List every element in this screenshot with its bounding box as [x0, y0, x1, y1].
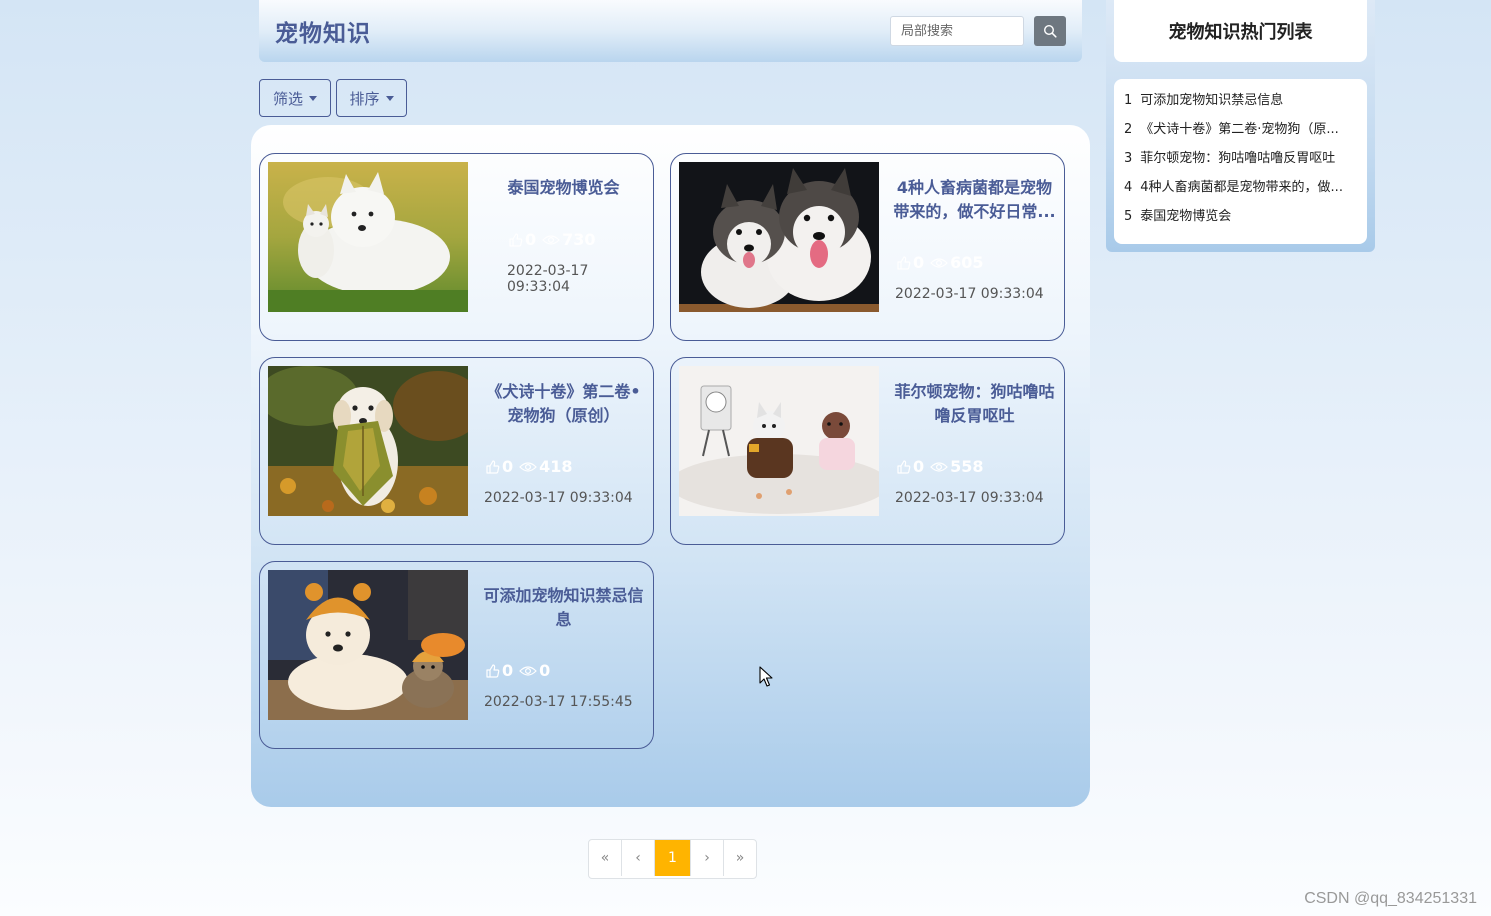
- card-image-husky[interactable]: [679, 162, 879, 312]
- like-count: 0: [502, 457, 514, 476]
- hot-list: 1 可添加宠物知识禁忌信息 2 《犬诗十卷》第二卷·宠物狗（原... 3 菲尔顿宠物：…: [1114, 79, 1367, 244]
- card-stats: 0 0: [484, 661, 550, 680]
- knowledge-card[interactable]: 《犬诗十卷》第二卷•宠物狗（原创） 0 418 2022-03-17 09:33…: [259, 357, 654, 545]
- filter-dropdown[interactable]: 筛选: [259, 79, 331, 117]
- hot-item-rank: 2: [1124, 122, 1133, 137]
- like-count: 0: [502, 661, 514, 680]
- hot-item-label[interactable]: 可添加宠物知识禁忌信息: [1140, 93, 1283, 108]
- hot-list-item[interactable]: 3 菲尔顿宠物：狗咕噜咕噜反胃呕吐: [1124, 145, 1357, 174]
- card-stats: 0 730: [507, 230, 596, 249]
- thumbs-up-icon: [895, 459, 911, 475]
- card-image-dog-cat-hats[interactable]: [268, 570, 468, 720]
- sidebar-title: 宠物知识热门列表: [1114, 0, 1367, 62]
- current-page-button[interactable]: 1: [655, 840, 691, 876]
- thumbs-up-icon: [484, 663, 500, 679]
- hot-list-sidebar: 宠物知识热门列表 1 可添加宠物知识禁忌信息 2 《犬诗十卷》第二卷·宠物狗（原..…: [1106, 0, 1375, 252]
- view-count: 605: [950, 253, 984, 272]
- knowledge-card[interactable]: 4种人畜病菌都是宠物带来的，做不好日常... 0 605 2022-03-17 …: [670, 153, 1065, 341]
- sort-dropdown[interactable]: 排序: [336, 79, 407, 117]
- eye-icon: [542, 234, 560, 246]
- sort-label: 排序: [349, 89, 380, 108]
- card-stats: 0 558: [895, 457, 984, 476]
- search-input[interactable]: [890, 16, 1024, 46]
- caret-down-icon: [309, 95, 317, 101]
- card-title[interactable]: 可添加宠物知识禁忌信息: [480, 584, 647, 632]
- knowledge-list-panel: 泰国宠物博览会 0 730 2022-03-17 09:33:04 4种人畜病菌…: [251, 125, 1090, 807]
- card-title[interactable]: 4种人畜病菌都是宠物带来的，做不好日常...: [891, 176, 1058, 224]
- eye-icon: [930, 257, 948, 269]
- card-title[interactable]: 泰国宠物博览会: [480, 176, 647, 200]
- eye-icon: [519, 665, 537, 677]
- card-title[interactable]: 《犬诗十卷》第二卷•宠物狗（原创）: [480, 380, 647, 428]
- card-date: 2022-03-17 09:33:04: [895, 286, 1044, 302]
- like-count: 0: [913, 253, 925, 272]
- hot-item-label[interactable]: 《犬诗十卷》第二卷·宠物狗（原...: [1140, 122, 1339, 137]
- card-date: 2022-03-17 09:33:04: [507, 263, 589, 295]
- last-page-button[interactable]: »: [724, 840, 756, 876]
- view-count: 558: [950, 457, 984, 476]
- knowledge-card[interactable]: 菲尔顿宠物：狗咕噜咕噜反胃呕吐 0 558 2022-03-17 09:33:0…: [670, 357, 1065, 545]
- search-button[interactable]: [1034, 16, 1066, 46]
- hot-item-rank: 3: [1124, 151, 1133, 166]
- hot-item-rank: 4: [1124, 180, 1133, 195]
- mouse-cursor-icon: [759, 666, 773, 687]
- knowledge-card[interactable]: 泰国宠物博览会 0 730 2022-03-17 09:33:04: [259, 153, 654, 341]
- hot-item-label[interactable]: 菲尔顿宠物：狗咕噜咕噜反胃呕吐: [1140, 151, 1335, 166]
- filter-label: 筛选: [272, 89, 303, 108]
- caret-down-icon: [385, 95, 394, 101]
- thumbs-up-icon: [484, 459, 500, 475]
- prev-page-button[interactable]: ‹: [622, 840, 655, 876]
- watermark: CSDN @qq_834251331: [1304, 890, 1477, 907]
- hot-item-rank: 1: [1124, 93, 1133, 108]
- eye-icon: [930, 461, 948, 473]
- eye-icon: [519, 461, 537, 473]
- page-header: 宠物知识: [259, 0, 1082, 62]
- hot-list-item[interactable]: 4 4种人畜病菌都是宠物带来的，做...: [1124, 174, 1357, 203]
- hot-item-label[interactable]: 泰国宠物博览会: [1140, 209, 1231, 224]
- pagination: « ‹ 1 › »: [588, 839, 757, 879]
- first-page-button[interactable]: «: [589, 840, 622, 876]
- card-date: 2022-03-17 09:33:04: [895, 490, 1044, 506]
- hot-item-rank: 5: [1124, 209, 1133, 224]
- card-title[interactable]: 菲尔顿宠物：狗咕噜咕噜反胃呕吐: [891, 380, 1058, 428]
- like-count: 0: [525, 230, 537, 249]
- knowledge-card[interactable]: 可添加宠物知识禁忌信息 0 0 2022-03-17 17:55:45: [259, 561, 654, 749]
- card-image-dogs-costumes[interactable]: [679, 366, 879, 516]
- hot-item-label[interactable]: 4种人畜病菌都是宠物带来的，做...: [1140, 180, 1343, 195]
- search-icon: [1043, 24, 1057, 38]
- thumbs-up-icon: [895, 255, 911, 271]
- like-count: 0: [913, 457, 925, 476]
- view-count: 418: [539, 457, 573, 476]
- card-image-dog-leaf[interactable]: [268, 366, 468, 516]
- card-date: 2022-03-17 17:55:45: [484, 694, 633, 710]
- card-stats: 0 605: [895, 253, 984, 272]
- card-stats: 0 418: [484, 457, 573, 476]
- thumbs-up-icon: [507, 232, 523, 248]
- view-count: 0: [539, 661, 551, 680]
- view-count: 730: [562, 230, 596, 249]
- hot-list-item[interactable]: 1 可添加宠物知识禁忌信息: [1124, 87, 1357, 116]
- page-title: 宠物知识: [275, 21, 371, 47]
- card-image-samoyed[interactable]: [268, 162, 468, 312]
- next-page-button[interactable]: ›: [691, 840, 724, 876]
- hot-list-item[interactable]: 5 泰国宠物博览会: [1124, 203, 1357, 232]
- card-date: 2022-03-17 09:33:04: [484, 490, 633, 506]
- hot-list-item[interactable]: 2 《犬诗十卷》第二卷·宠物狗（原...: [1124, 116, 1357, 145]
